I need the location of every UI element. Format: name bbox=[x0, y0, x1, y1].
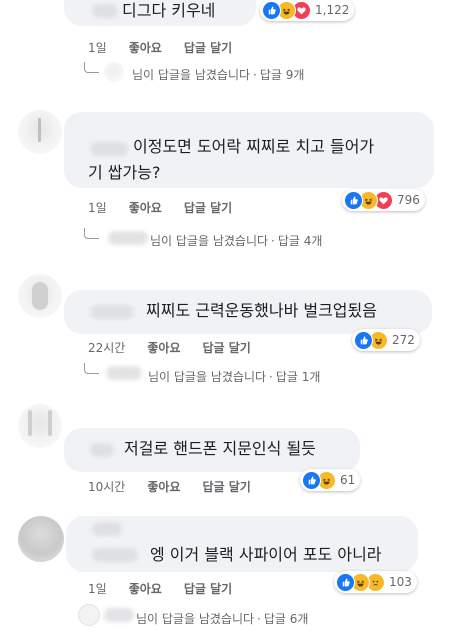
comment-text: 디그다 키우네 bbox=[122, 1, 216, 20]
reply-arrow-icon bbox=[84, 228, 99, 239]
reaction-count: 1,122 bbox=[315, 3, 350, 17]
like-icon bbox=[344, 190, 363, 210]
redacted-name bbox=[92, 548, 138, 562]
like-button[interactable]: 좋아요 bbox=[129, 201, 162, 215]
like-icon bbox=[302, 470, 321, 490]
reply-count: 답글 4개 bbox=[277, 234, 323, 248]
reaction-count: 796 bbox=[397, 193, 420, 207]
redacted-name bbox=[90, 443, 114, 457]
comment-text: 찌찌도 근력운동했나바 벌크업됬음 bbox=[146, 301, 377, 320]
view-replies-link[interactable]: 님이 답글을 남겼습니다 · 답글 4개 bbox=[150, 232, 322, 249]
comment-actions: 1일 좋아요 답글 달기 bbox=[88, 39, 254, 56]
reply-button[interactable]: 답글 달기 bbox=[184, 41, 232, 55]
reply-button[interactable]: 답글 달기 bbox=[202, 341, 250, 355]
comment-thread: { "comments": [ { "text": "디그다 키우네", "ti… bbox=[0, 0, 465, 640]
redacted-name bbox=[106, 366, 142, 380]
comment-text: 기 쌉가능? bbox=[88, 163, 161, 182]
reply-count: 답글 1개 bbox=[275, 370, 321, 384]
reply-summary: 님이 답글을 남겼습니다 bbox=[150, 234, 269, 248]
comment-text: 엥 이거 블랙 사파이어 포도 아니라 bbox=[150, 545, 382, 564]
redacted-name bbox=[108, 231, 148, 245]
comment-actions: 1일 좋아요 답글 달기 bbox=[88, 580, 254, 597]
comment-time[interactable]: 1일 bbox=[88, 582, 107, 596]
avatar bbox=[18, 404, 62, 448]
redacted-name bbox=[92, 4, 118, 18]
reaction-summary[interactable]: 61 bbox=[300, 469, 361, 491]
reply-button[interactable]: 답글 달기 bbox=[184, 582, 232, 596]
reply-count: 답글 6개 bbox=[263, 612, 309, 626]
like-button[interactable]: 좋아요 bbox=[147, 341, 180, 355]
comment-actions: 10시간 좋아요 답글 달기 bbox=[88, 478, 273, 495]
like-button[interactable]: 좋아요 bbox=[147, 480, 180, 494]
comment-text: 이정도면 도어락 찌찌로 치고 들어가 bbox=[133, 137, 375, 156]
reply-summary: 님이 답글을 남겼습니다 bbox=[148, 370, 267, 384]
reply-count: 답글 9개 bbox=[259, 68, 305, 82]
comment-time[interactable]: 22시간 bbox=[88, 341, 125, 355]
reaction-count: 272 bbox=[392, 333, 415, 347]
comment-time[interactable]: 1일 bbox=[88, 201, 107, 215]
reply-button[interactable]: 답글 달기 bbox=[184, 201, 232, 215]
like-icon bbox=[262, 0, 281, 20]
reply-summary: 님이 답글을 남겼습니다 bbox=[132, 68, 251, 82]
view-replies-link[interactable]: 님이 답글을 남겼습니다 · 답글 1개 bbox=[148, 368, 320, 385]
view-replies-link[interactable]: 님이 답글을 남겼습니다 · 답글 6개 bbox=[136, 610, 308, 627]
like-icon bbox=[336, 572, 355, 592]
redacted-name bbox=[92, 522, 122, 536]
comment-text: 저걸로 핸드폰 지문인식 될듯 bbox=[124, 439, 316, 458]
redacted-name bbox=[90, 305, 134, 319]
redacted-name bbox=[90, 142, 128, 156]
comment-time[interactable]: 10시간 bbox=[88, 480, 125, 494]
avatar bbox=[104, 62, 124, 82]
comment-actions: 22시간 좋아요 답글 달기 bbox=[88, 339, 273, 356]
like-icon bbox=[354, 330, 373, 350]
avatar bbox=[18, 516, 64, 562]
comment-actions: 1일 좋아요 답글 달기 bbox=[88, 199, 254, 216]
view-replies-link[interactable]: 님이 답글을 남겼습니다 · 답글 9개 bbox=[132, 66, 304, 83]
comment-time[interactable]: 1일 bbox=[88, 41, 107, 55]
reaction-summary[interactable]: 796 bbox=[342, 189, 425, 211]
reaction-count: 103 bbox=[389, 575, 412, 589]
reaction-summary[interactable]: 103 bbox=[334, 571, 417, 593]
reply-button[interactable]: 답글 달기 bbox=[202, 480, 250, 494]
avatar bbox=[18, 110, 62, 154]
redacted-name bbox=[104, 608, 134, 622]
like-button[interactable]: 좋아요 bbox=[129, 41, 162, 55]
reaction-summary[interactable]: 1,122 bbox=[260, 0, 355, 21]
like-button[interactable]: 좋아요 bbox=[129, 582, 162, 596]
avatar bbox=[18, 274, 62, 318]
reaction-count: 61 bbox=[340, 473, 356, 487]
reply-arrow-icon bbox=[84, 62, 99, 73]
avatar bbox=[78, 604, 100, 626]
reply-arrow-icon bbox=[84, 363, 99, 374]
reaction-summary[interactable]: 272 bbox=[352, 329, 420, 351]
reply-summary: 님이 답글을 남겼습니다 bbox=[136, 612, 255, 626]
